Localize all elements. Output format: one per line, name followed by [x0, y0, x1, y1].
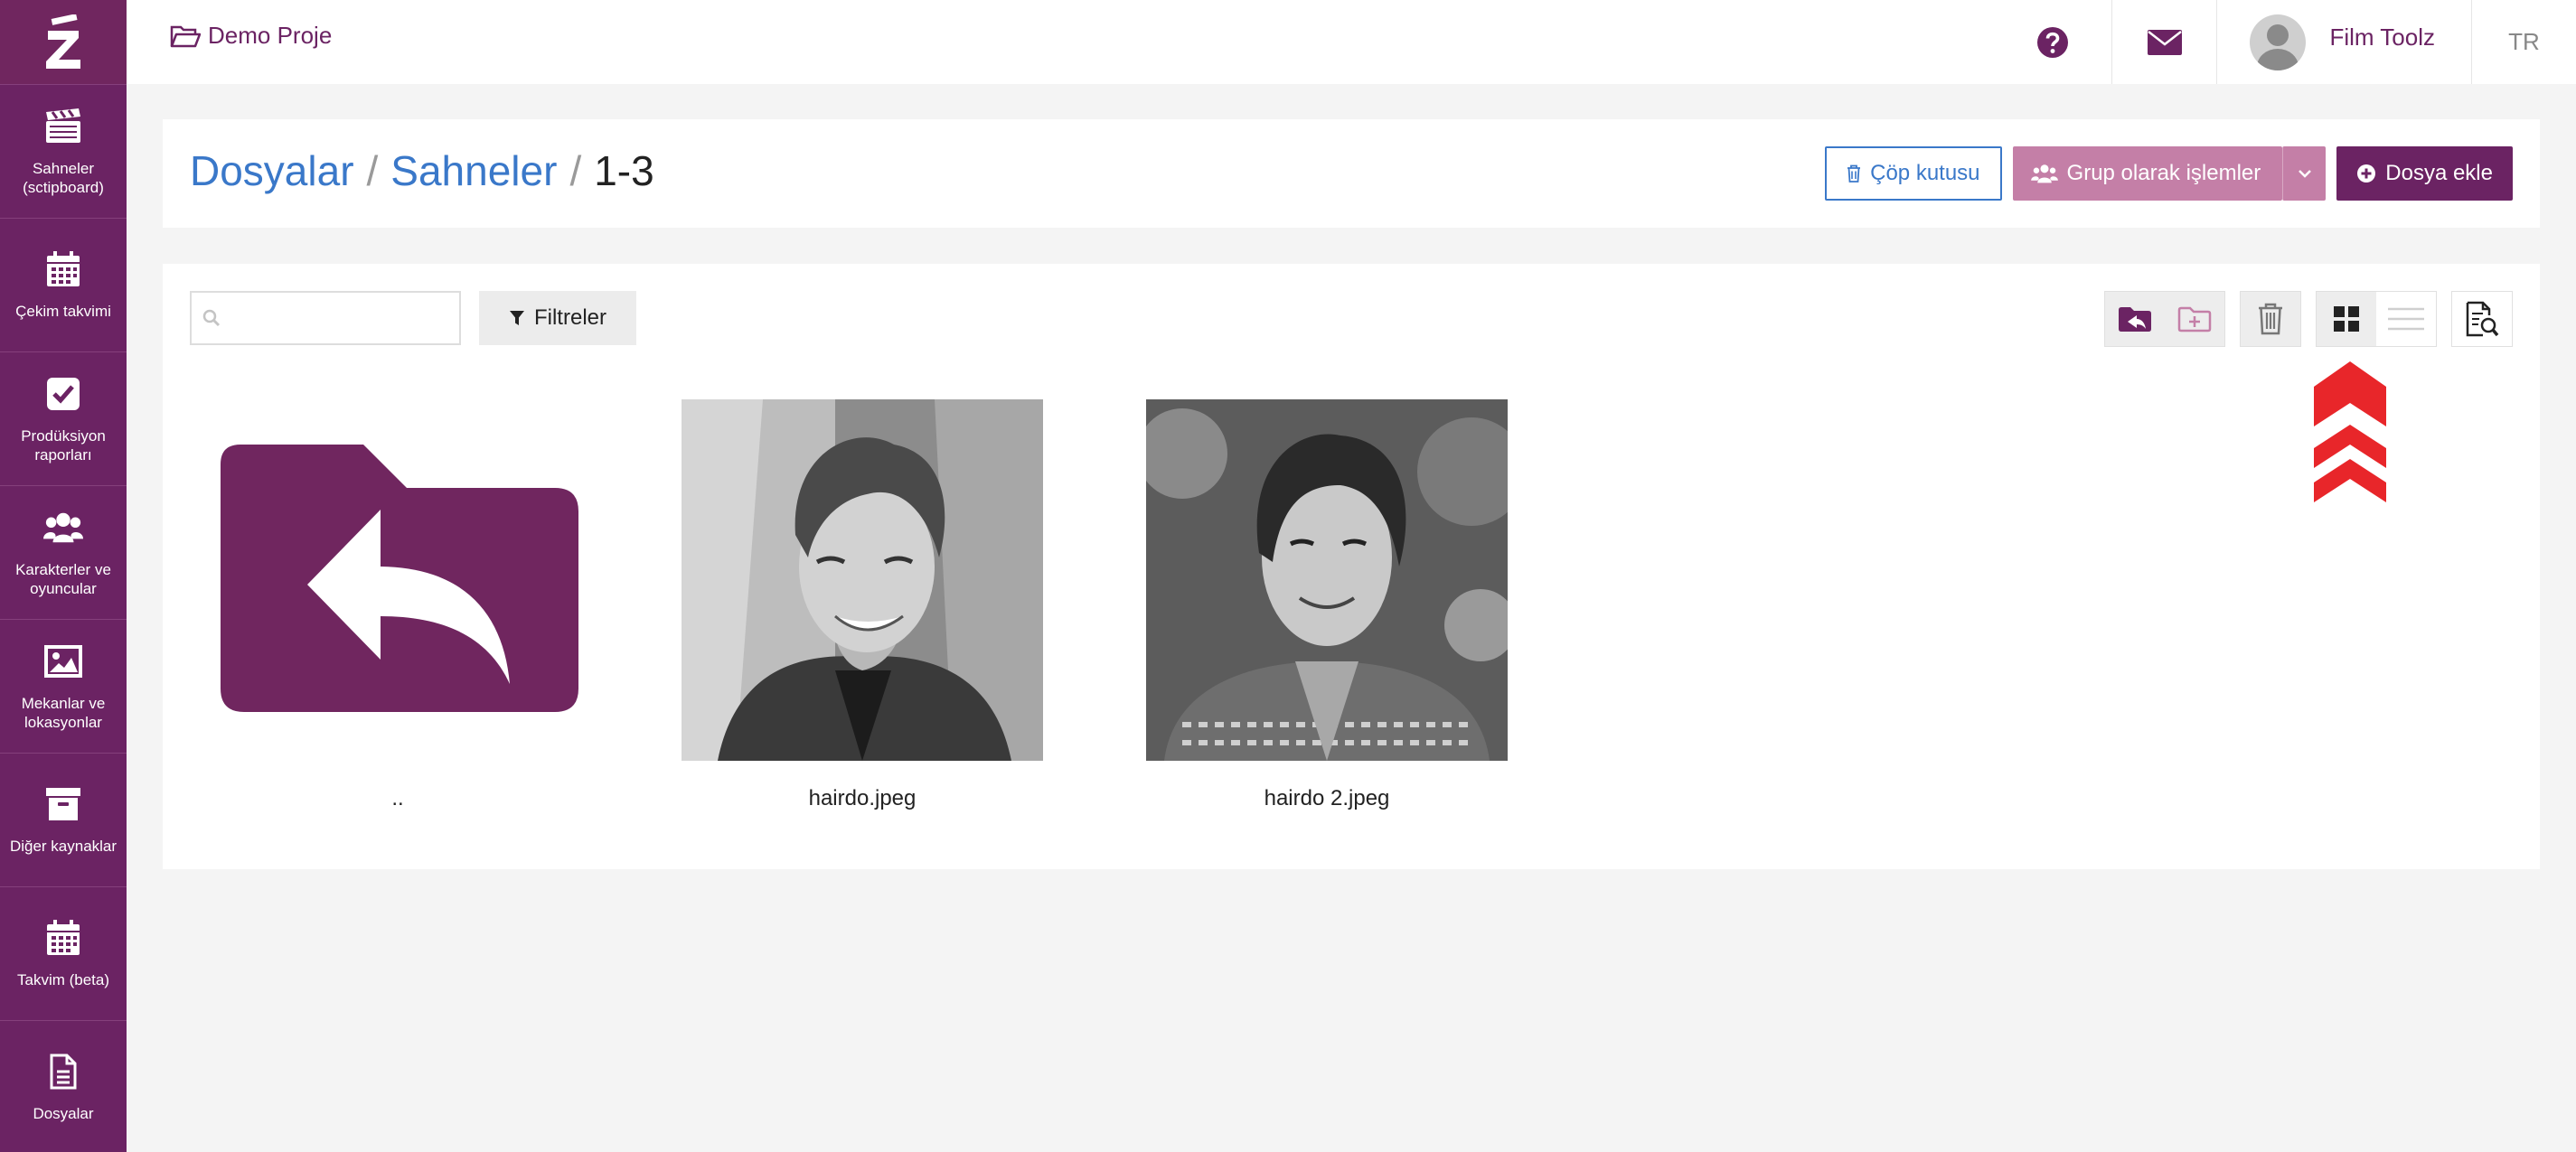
folder-back-icon	[2119, 307, 2151, 332]
photo-portrait-2	[1146, 399, 1508, 761]
sidebar-item-shooting-schedule[interactable]: Çekim takvimi	[0, 218, 127, 351]
folder-plus-icon	[2177, 306, 2212, 332]
sidebar-item-label: Dosyalar	[33, 1105, 94, 1122]
archive-icon	[43, 784, 83, 824]
chevron-up-arrow-icon	[2314, 361, 2386, 502]
users-icon	[2030, 164, 2058, 183]
help-button[interactable]	[1994, 0, 2111, 84]
trash-bin-label: Çöp kutusu	[1870, 161, 1980, 185]
sidebar-item-production-reports[interactable]: Prodüksiyon raporları	[0, 351, 127, 485]
preview-tools	[2451, 291, 2513, 347]
sidebar-item-label: Karakterler ve oyuncular	[15, 560, 111, 597]
group-actions-button[interactable]: Grup olarak işlemler	[2012, 146, 2283, 201]
sidebar: Sahneler (sctipboard) Çekim takvimi Prod…	[0, 0, 127, 1152]
trash-icon	[1847, 164, 1861, 183]
list-icon	[2388, 307, 2424, 331]
filter-icon	[509, 311, 524, 325]
project-selector[interactable]: Demo Proje	[170, 22, 332, 50]
filter-button[interactable]: Filtreler	[479, 291, 636, 345]
chevron-down-icon	[2298, 170, 2311, 178]
sidebar-item-label: Sahneler (sctipboard)	[23, 159, 104, 196]
sidebar-item-scenes[interactable]: Sahneler (sctipboard)	[0, 84, 127, 218]
photo-portrait-1	[682, 399, 1043, 761]
user-menu[interactable]: Film Toolz	[2216, 0, 2471, 84]
project-name: Demo Proje	[208, 22, 333, 49]
delete-button[interactable]	[2241, 292, 2300, 346]
checkbox-icon	[43, 374, 83, 414]
sidebar-item-files[interactable]: Dosyalar	[0, 1020, 127, 1152]
plus-circle-icon	[2357, 164, 2376, 183]
file-name: hairdo 2.jpeg	[1264, 786, 1390, 810]
messages-button[interactable]	[2111, 0, 2216, 84]
document-icon	[43, 1052, 83, 1091]
search-icon	[202, 309, 221, 327]
file-search-icon	[2466, 301, 2499, 337]
file-name: hairdo.jpeg	[808, 786, 917, 810]
image-icon	[43, 642, 83, 681]
file-item-image[interactable]: hairdo 2.jpeg	[1146, 399, 1508, 811]
sidebar-item-characters[interactable]: Karakterler ve oyuncular	[0, 485, 127, 619]
sidebar-item-label: Diğer kaynaklar	[9, 838, 118, 855]
parent-folder-thumbnail	[217, 399, 578, 761]
z-logo-icon	[46, 14, 80, 69]
file-search-button[interactable]	[2452, 292, 2512, 346]
language-selector[interactable]: TR	[2471, 0, 2576, 84]
sidebar-item-locations[interactable]: Mekanlar ve lokasyonlar	[0, 619, 127, 753]
image-thumbnail	[682, 399, 1043, 761]
file-item-image[interactable]: hairdo.jpeg	[682, 399, 1043, 811]
sidebar-item-label: Takvim (beta)	[16, 971, 110, 988]
annotation-arrow	[2314, 361, 2386, 507]
topbar: Demo Proje Film Toolz TR	[127, 0, 2576, 84]
search-box[interactable]	[190, 291, 461, 345]
envelope-icon	[2147, 29, 2182, 55]
users-icon	[43, 508, 83, 548]
clapperboard-icon	[43, 107, 83, 146]
grid-icon	[2334, 306, 2359, 332]
breadcrumb-separator: /	[366, 147, 379, 194]
breadcrumb-scenes[interactable]: Sahneler	[390, 146, 557, 195]
sidebar-item-label: Mekanlar ve lokasyonlar	[21, 694, 106, 731]
go-up-folder-button[interactable]	[2105, 292, 2165, 346]
file-browser: Filtreler .. hairdo.jpeg hairdo 2.jpeg	[163, 264, 2540, 869]
add-file-label: Dosya ekle	[2385, 161, 2493, 185]
filter-label: Filtreler	[533, 305, 606, 330]
breadcrumb-current: 1-3	[594, 147, 654, 194]
sidebar-item-other-resources[interactable]: Diğer kaynaklar	[0, 753, 127, 886]
folder-back-icon	[221, 445, 578, 712]
breadcrumb-separator: /	[569, 147, 582, 194]
calendar-icon	[43, 249, 83, 289]
new-folder-button[interactable]	[2165, 292, 2224, 346]
breadcrumb: Dosyalar / Sahneler / 1-3	[190, 146, 654, 195]
page-header: Dosyalar / Sahneler / 1-3 Çöp kutusu Gru…	[163, 119, 2540, 228]
folder-open-icon	[170, 25, 201, 47]
app-logo[interactable]	[0, 0, 127, 84]
calendar-icon	[43, 918, 83, 958]
question-circle-icon	[2037, 26, 2069, 58]
file-name: ..	[391, 786, 404, 810]
sidebar-item-label: Çekim takvimi	[15, 303, 111, 320]
image-thumbnail	[1146, 399, 1508, 761]
delete-tools	[2240, 291, 2301, 347]
add-file-button[interactable]: Dosya ekle	[2336, 146, 2513, 201]
group-actions-dropdown[interactable]	[2282, 146, 2327, 201]
sidebar-item-label: Prodüksiyon raporları	[21, 426, 106, 464]
search-input[interactable]	[230, 306, 447, 330]
user-name: Film Toolz	[2329, 23, 2435, 51]
folder-tools	[2104, 291, 2225, 347]
view-toggle	[2316, 291, 2437, 347]
group-actions-label: Grup olarak işlemler	[2066, 161, 2261, 185]
trash-bin-button[interactable]: Çöp kutusu	[1825, 146, 2002, 201]
list-view-button[interactable]	[2376, 292, 2436, 346]
file-item-parent-folder[interactable]: ..	[217, 399, 578, 811]
toolbar	[2104, 291, 2513, 347]
file-grid: .. hairdo.jpeg hairdo 2.jpeg	[217, 399, 1611, 811]
trash-icon	[2259, 303, 2282, 335]
breadcrumb-files[interactable]: Dosyalar	[190, 146, 354, 195]
avatar	[2250, 14, 2307, 70]
sidebar-item-calendar-beta[interactable]: Takvim (beta)	[0, 886, 127, 1020]
grid-view-button[interactable]	[2317, 292, 2376, 346]
